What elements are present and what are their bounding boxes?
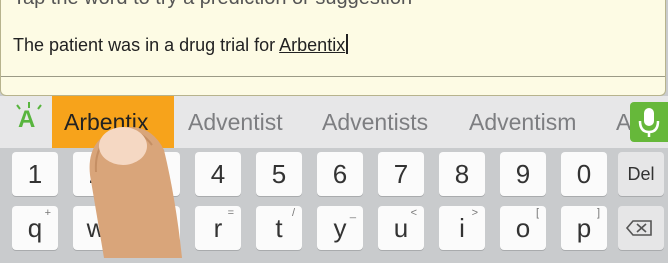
key-6[interactable]: 6	[317, 152, 363, 196]
key-o[interactable]: o[	[500, 206, 546, 250]
key-e[interactable]: e ÷	[134, 206, 180, 250]
key-label: i	[459, 213, 465, 243]
key-label: t	[275, 213, 283, 243]
key-4[interactable]: 4	[195, 152, 241, 196]
backspace-icon	[625, 220, 652, 236]
key-y[interactable]: y _	[317, 206, 363, 250]
key-9[interactable]: 9	[500, 152, 546, 196]
key-label: u	[393, 213, 409, 243]
key-label: o	[515, 213, 531, 243]
text-input-area[interactable]: Tap the word to try a prediction or sugg…	[0, 0, 666, 96]
key-7[interactable]: 7	[378, 152, 424, 196]
key-label: r	[213, 213, 223, 243]
suggestion-item[interactable]: Adventism	[469, 96, 576, 148]
key-label: q	[27, 213, 43, 243]
microphone-button[interactable]	[630, 102, 668, 142]
key-2[interactable]: 2	[73, 152, 119, 196]
key-0[interactable]: 0	[561, 152, 607, 196]
key-secondary-label: <	[410, 207, 417, 219]
key-1[interactable]: 1	[12, 152, 58, 196]
text-underline-rule	[1, 76, 665, 77]
composing-word: Arbentix	[279, 35, 346, 55]
key-3[interactable]: 3	[134, 152, 180, 196]
key-u[interactable]: u <	[378, 206, 424, 250]
key-secondary-label: =	[227, 207, 234, 219]
suggestion-bar: A Arbentix Adventist Adventists Adventis…	[0, 96, 668, 148]
backspace-key[interactable]	[618, 206, 664, 250]
suggestion-item[interactable]: Adventists	[322, 96, 428, 148]
typed-text: The patient was in a drug trial for Arbe…	[13, 34, 348, 56]
suggestion-selected[interactable]: Arbentix	[52, 96, 174, 148]
key-secondary-label: ÷	[166, 207, 173, 219]
key-label: y	[333, 213, 347, 243]
key-q[interactable]: q +	[12, 206, 58, 250]
key-label: p	[576, 213, 592, 243]
key-8[interactable]: 8	[439, 152, 485, 196]
del-key[interactable]: Del	[618, 152, 664, 196]
key-i[interactable]: i >	[439, 206, 485, 250]
key-t[interactable]: t /	[256, 206, 302, 250]
key-secondary-label: ]	[596, 207, 600, 219]
key-secondary-label: [	[535, 207, 539, 219]
suggestion-item[interactable]: Adventist	[188, 96, 283, 148]
swype-a-logo-icon[interactable]: A	[18, 106, 35, 134]
key-w[interactable]: w	[73, 206, 119, 250]
microphone-icon	[638, 108, 660, 137]
key-label: w	[86, 213, 106, 243]
key-5[interactable]: 5	[256, 152, 302, 196]
key-p[interactable]: p]	[561, 206, 607, 250]
keyboard: 1 2 3 4 5 6 7 8 9 0 Del q + w e ÷ r = t / y _…	[0, 148, 668, 258]
key-secondary-label: _	[349, 207, 356, 219]
key-label: e	[149, 213, 165, 243]
key-secondary-label: +	[44, 207, 51, 219]
key-r[interactable]: r =	[195, 206, 241, 250]
typed-text-before: The patient was in a drug trial for	[13, 35, 280, 55]
key-secondary-label: >	[471, 207, 478, 219]
key-secondary-label: /	[291, 207, 295, 219]
hint-text: Tap the word to try a prediction or sugg…	[13, 0, 412, 10]
text-caret	[346, 34, 348, 54]
